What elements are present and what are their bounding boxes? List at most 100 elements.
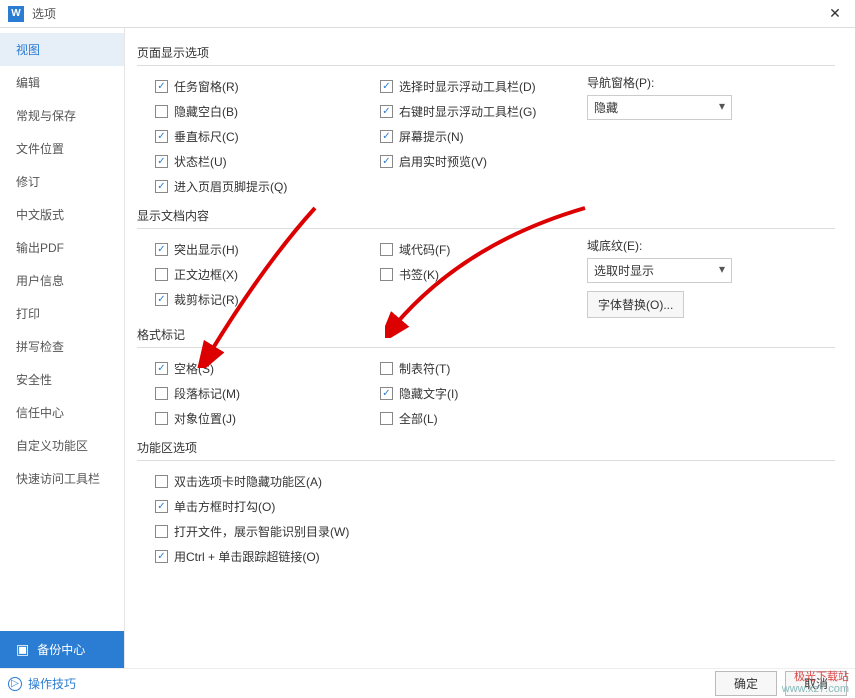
sidebar-item[interactable]: 常规与保存 [0,99,124,132]
checkbox[interactable] [155,155,168,168]
sidebar-item[interactable]: 文件位置 [0,132,124,165]
section-title: 页面显示选项 [137,44,835,66]
checkbox-row[interactable]: 书签(K) [362,262,587,287]
font-replace-button[interactable]: 字体替换(O)... [587,291,684,318]
sidebar-item[interactable]: 编辑 [0,66,124,99]
checkbox-row[interactable]: 突出显示(H) [137,237,362,262]
checkbox-row[interactable]: 单击方框时打勾(O) [137,494,835,519]
checkbox[interactable] [155,525,168,538]
checkbox[interactable] [155,362,168,375]
checkbox-row[interactable]: 用Ctrl + 单击跟踪超链接(O) [137,544,835,569]
checkbox[interactable] [380,243,393,256]
checkbox-label: 任务窗格(R) [174,78,239,95]
checkbox-row[interactable]: 正文边框(X) [137,262,362,287]
shading-dropdown[interactable]: 选取时显示 [587,258,732,283]
checkbox-row[interactable]: 垂直标尺(C) [137,124,362,149]
checkbox[interactable] [380,387,393,400]
ok-button[interactable]: 确定 [715,671,777,696]
section-ribbon: 功能区选项 双击选项卡时隐藏功能区(A)单击方框时打勾(O)打开文件，展示智能识… [137,439,835,569]
sidebar-item[interactable]: 拼写检查 [0,330,124,363]
tips-link[interactable]: ▷ 操作技巧 [8,675,76,692]
checkbox-row[interactable]: 裁剪标记(R) [137,287,362,312]
checkbox[interactable] [155,387,168,400]
sidebar-item[interactable]: 修订 [0,165,124,198]
tips-icon: ▷ [8,677,22,691]
backup-label: 备份中心 [37,641,85,658]
main: 视图编辑常规与保存文件位置修订中文版式输出PDF用户信息打印拼写检查安全性信任中… [0,28,855,668]
nav-pane-label: 导航窗格(P): [587,74,787,91]
checkbox[interactable] [155,412,168,425]
nav-pane-dropdown[interactable]: 隐藏 [587,95,732,120]
sidebar-item[interactable]: 信任中心 [0,396,124,429]
shading-label: 域底纹(E): [587,237,787,254]
checkbox-row[interactable]: 隐藏文字(I) [362,381,587,406]
checkbox-row[interactable]: 空格(S) [137,356,362,381]
backup-center-button[interactable]: ▣ 备份中心 [0,631,124,668]
checkbox[interactable] [155,243,168,256]
checkbox-row[interactable]: 进入页眉页脚提示(Q) [137,174,362,199]
checkbox-row[interactable]: 双击选项卡时隐藏功能区(A) [137,469,835,494]
checkbox[interactable] [155,180,168,193]
checkbox-row[interactable]: 打开文件，展示智能识别目录(W) [137,519,835,544]
checkbox[interactable] [380,268,393,281]
checkbox-label: 对象位置(J) [174,410,236,427]
checkbox-label: 书签(K) [399,266,439,283]
checkbox-row[interactable]: 段落标记(M) [137,381,362,406]
checkbox-label: 单击方框时打勾(O) [174,498,275,515]
checkbox-label: 全部(L) [399,410,438,427]
checkbox-row[interactable]: 启用实时预览(V) [362,149,587,174]
close-icon[interactable]: ✕ [823,2,847,26]
nav-pane-value: 隐藏 [594,101,618,115]
checkbox-label: 状态栏(U) [174,153,227,170]
checkbox-label: 空格(S) [174,360,214,377]
checkbox-row[interactable]: 域代码(F) [362,237,587,262]
checkbox-label: 右键时显示浮动工具栏(G) [399,103,536,120]
backup-icon: ▣ [16,641,29,658]
window-title: 选项 [32,5,823,22]
sidebar-item[interactable]: 视图 [0,33,124,66]
checkbox-row[interactable]: 选择时显示浮动工具栏(D) [362,74,587,99]
sidebar-item[interactable]: 自定义功能区 [0,429,124,462]
checkbox-row[interactable]: 制表符(T) [362,356,587,381]
tips-label: 操作技巧 [28,675,76,692]
checkbox-label: 隐藏空白(B) [174,103,238,120]
sidebar-item[interactable]: 输出PDF [0,231,124,264]
checkbox[interactable] [380,362,393,375]
sidebar-item[interactable]: 快速访问工具栏 [0,462,124,495]
section-page-display: 页面显示选项 任务窗格(R) 隐藏空白(B) 垂直标尺(C) 状态栏(U) 进入页眉页脚… [137,44,835,199]
section-title: 格式标记 [137,326,835,348]
checkbox-label: 双击选项卡时隐藏功能区(A) [174,473,322,490]
sidebar: 视图编辑常规与保存文件位置修订中文版式输出PDF用户信息打印拼写检查安全性信任中… [0,28,125,668]
checkbox-label: 制表符(T) [399,360,450,377]
sidebar-item[interactable]: 中文版式 [0,198,124,231]
checkbox[interactable] [155,80,168,93]
checkbox-row[interactable]: 对象位置(J) [137,406,362,431]
checkbox-label: 进入页眉页脚提示(Q) [174,178,287,195]
cancel-button[interactable]: 取消 [785,671,847,696]
checkbox[interactable] [380,80,393,93]
checkbox-row[interactable]: 屏幕提示(N) [362,124,587,149]
checkbox[interactable] [155,550,168,563]
checkbox[interactable] [155,130,168,143]
sidebar-item[interactable]: 安全性 [0,363,124,396]
checkbox[interactable] [155,500,168,513]
checkbox-row[interactable]: 状态栏(U) [137,149,362,174]
checkbox-row[interactable]: 全部(L) [362,406,587,431]
checkbox-row[interactable]: 隐藏空白(B) [137,99,362,124]
sidebar-item[interactable]: 用户信息 [0,264,124,297]
sidebar-item[interactable]: 打印 [0,297,124,330]
checkbox[interactable] [155,293,168,306]
checkbox[interactable] [380,155,393,168]
checkbox[interactable] [155,475,168,488]
checkbox-row[interactable]: 右键时显示浮动工具栏(G) [362,99,587,124]
checkbox-label: 段落标记(M) [174,385,240,402]
checkbox[interactable] [380,412,393,425]
checkbox-label: 正文边框(X) [174,266,238,283]
checkbox[interactable] [380,105,393,118]
checkbox[interactable] [155,268,168,281]
checkbox-row[interactable]: 任务窗格(R) [137,74,362,99]
checkbox[interactable] [155,105,168,118]
checkbox[interactable] [380,130,393,143]
checkbox-label: 屏幕提示(N) [399,128,464,145]
section-format-marks: 格式标记 空格(S) 段落标记(M) 对象位置(J) 制表符(T) 隐藏文字(I) 全部… [137,326,835,431]
